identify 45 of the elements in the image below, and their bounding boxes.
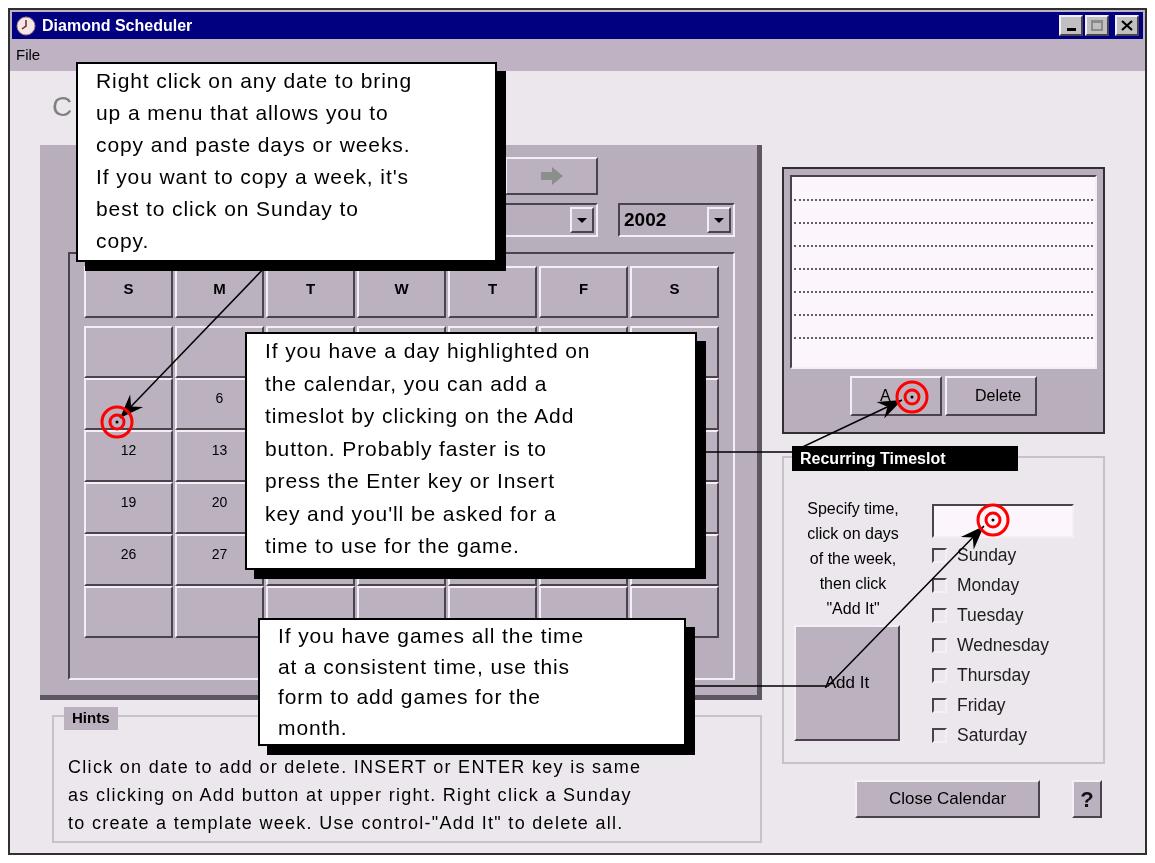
day-label: Sunday: [957, 543, 1017, 567]
minimize-icon: [1066, 28, 1076, 31]
menu-item[interactable]: File: [16, 43, 41, 67]
close-icon: [1121, 20, 1133, 31]
checkbox[interactable]: [932, 697, 947, 713]
help-button[interactable]: ?: [1072, 780, 1102, 818]
group-label: Hints: [64, 707, 118, 730]
checkbox[interactable]: [932, 577, 947, 593]
checkbox[interactable]: [932, 727, 947, 743]
target-icon: [895, 380, 929, 414]
day-label: Tuesday: [957, 603, 1024, 627]
day-cell[interactable]: 12: [84, 430, 173, 482]
day-cell[interactable]: 26: [84, 534, 173, 586]
close-button[interactable]: [1115, 15, 1139, 36]
maximize-icon: [1091, 20, 1103, 31]
close-calendar-button[interactable]: Close Calendar: [855, 780, 1040, 818]
weekday-header: S: [630, 266, 719, 318]
add-it-button[interactable]: Add It: [794, 625, 900, 741]
timeslot-list[interactable]: [790, 175, 1097, 369]
day-label: Wednesday: [957, 633, 1050, 657]
day-label: Monday: [957, 573, 1020, 597]
right-arrow-icon: [540, 167, 563, 185]
hints-text: Click on date to add or delete. INSERT or ENTER key is same as clicking on Add button at upper right. Right click a Sunday to create a template week. Use control-"Add It" to delete all.: [68, 756, 643, 835]
weekday-header: F: [539, 266, 628, 318]
day-cell[interactable]: 19: [84, 482, 173, 534]
maximize-button[interactable]: [1085, 15, 1109, 36]
target-icon: [976, 503, 1010, 537]
target-icon: [100, 405, 134, 439]
year-dropdown[interactable]: 2002: [618, 203, 735, 237]
next-month-button[interactable]: [505, 157, 598, 195]
day-label: Thursday: [957, 663, 1030, 687]
clock-icon: [16, 15, 36, 36]
instructions-text: Specify time, click on days of the week, then click "Add It": [806, 499, 900, 619]
checkbox[interactable]: [932, 667, 947, 683]
weekday-header: T: [448, 266, 537, 318]
day-label: Saturday: [957, 723, 1028, 747]
window-title: Diamond Scheduler: [42, 15, 193, 36]
day-label: Friday: [957, 693, 1006, 717]
checkbox[interactable]: [932, 547, 947, 563]
timeslot-button[interactable]: Delete: [945, 376, 1037, 416]
group-label: Recurring Timeslot: [792, 446, 1018, 471]
checkbox[interactable]: [932, 607, 947, 623]
page-heading: C: [52, 91, 73, 123]
minimize-button[interactable]: [1059, 15, 1083, 36]
checkbox[interactable]: [932, 637, 947, 653]
